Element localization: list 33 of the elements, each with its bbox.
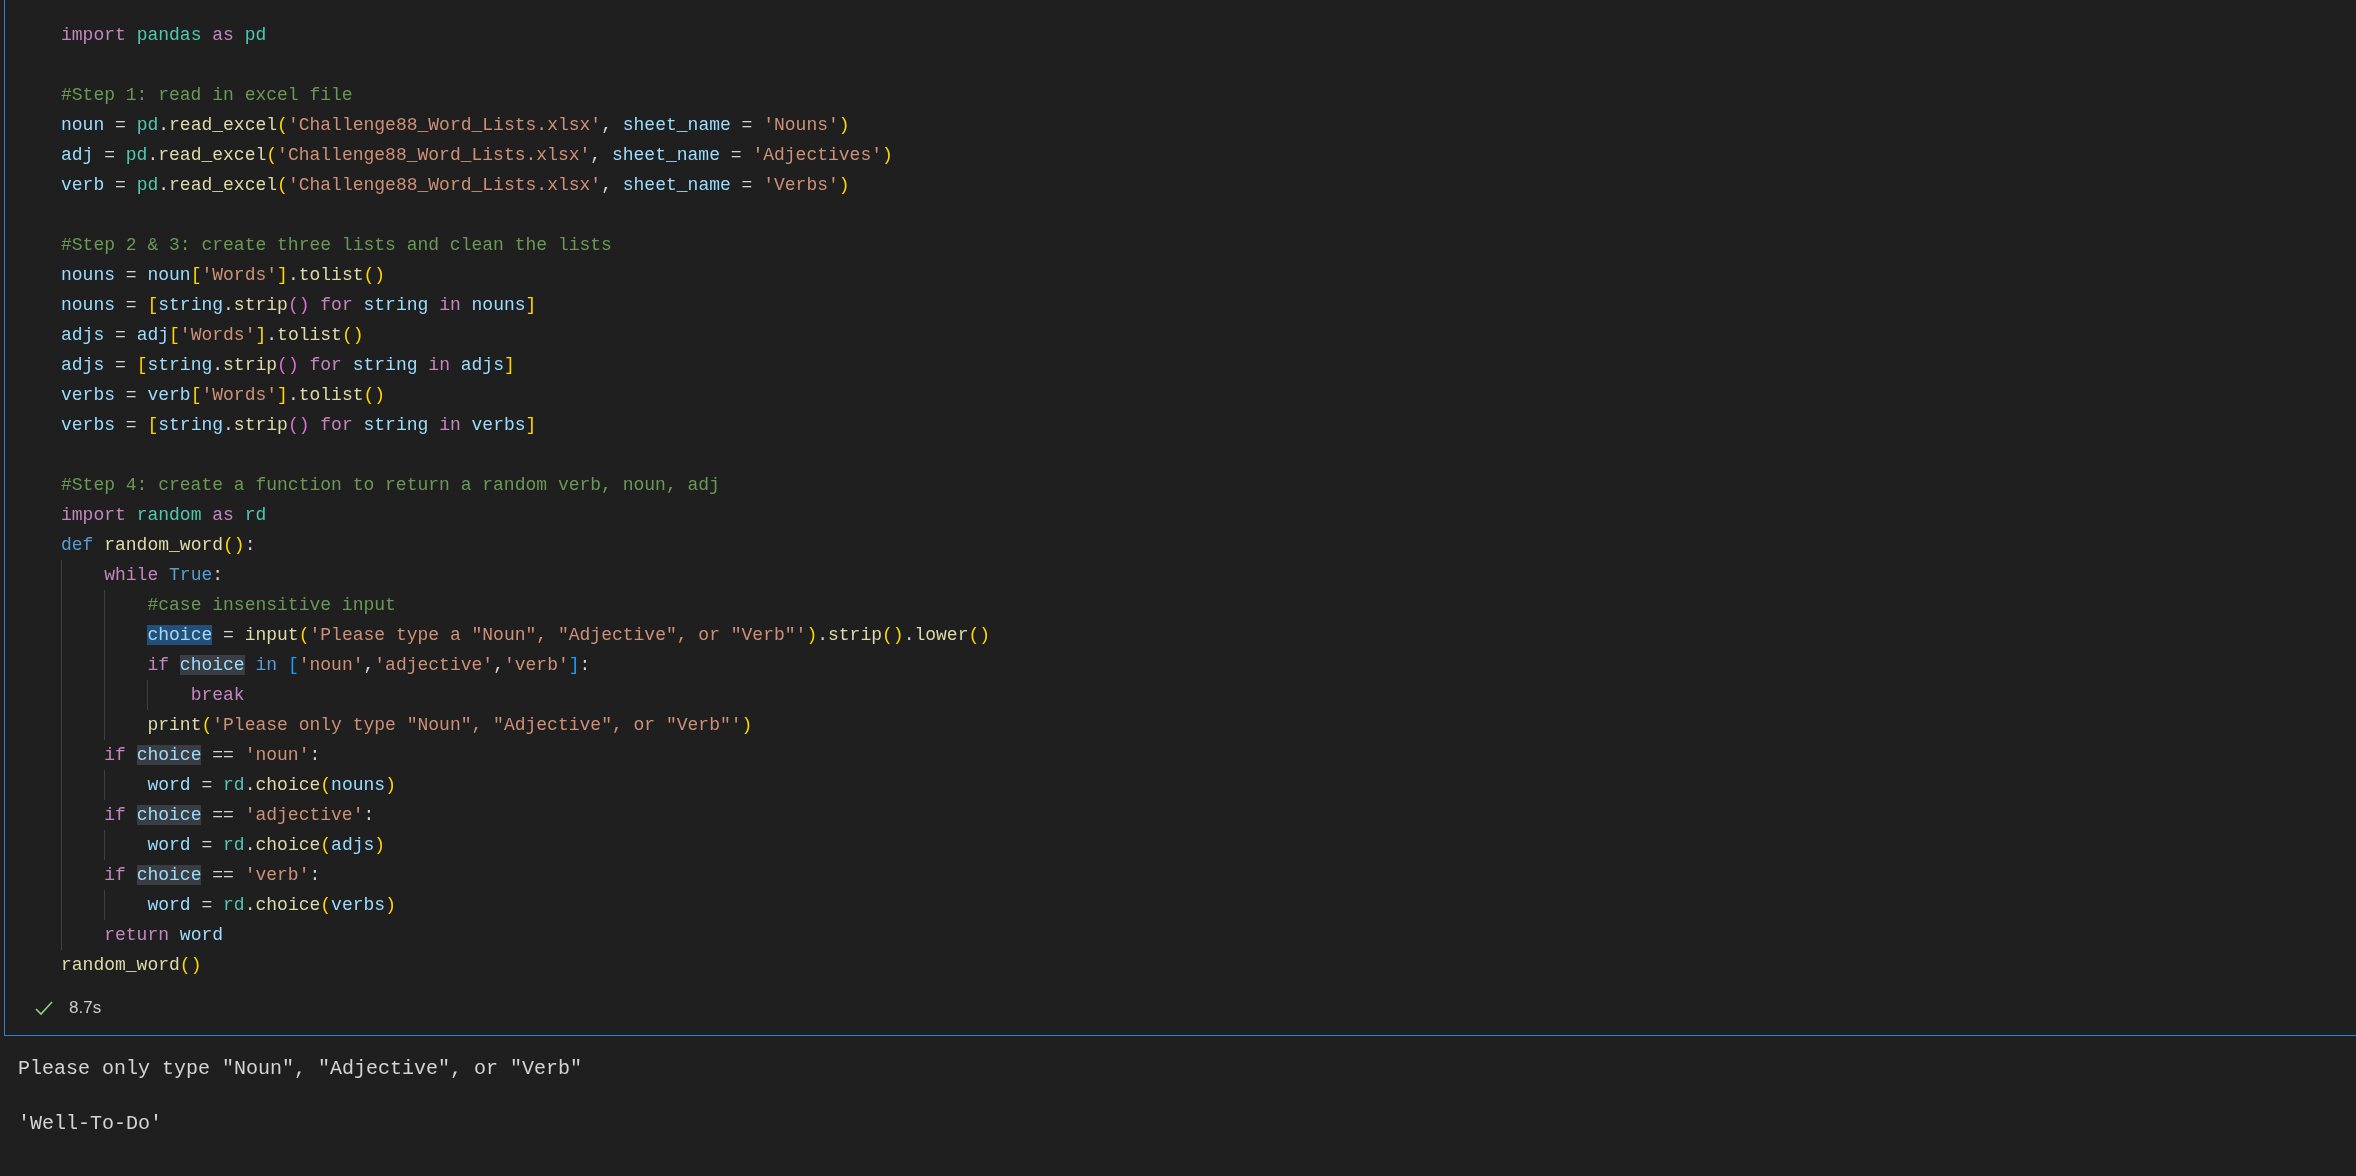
- code-line: #Step 2 & 3: create three lists and clean the lists: [61, 234, 613, 257]
- code-line: return word: [61, 920, 2356, 950]
- code-line: import pandas as pd: [61, 24, 268, 47]
- code-line: #Step 1: read in excel file: [61, 84, 354, 107]
- execution-time: 8.7s: [69, 996, 102, 1019]
- code-line: break: [61, 680, 2356, 710]
- code-line: if choice == 'noun':: [61, 740, 2356, 770]
- code-line: random_word(): [61, 954, 203, 977]
- code-line: if choice in ['noun','adjective','verb']:: [61, 650, 2356, 680]
- code-line: adjs = adj['Words'].tolist(): [61, 324, 365, 347]
- code-line: verbs = [string.strip() for string in verbs]: [61, 414, 538, 437]
- code-line: word = rd.choice(adjs): [61, 830, 2356, 860]
- output-line: Please only type "Noun", "Adjective", or "Verb": [18, 1057, 583, 1080]
- code-line: if choice == 'verb':: [61, 860, 2356, 890]
- code-line: import random as rd: [61, 504, 268, 527]
- code-line: #case insensitive input: [61, 590, 2356, 620]
- code-line: adjs = [string.strip() for string in adjs]: [61, 354, 516, 377]
- code-line: verb = pd.read_excel('Challenge88_Word_Lists.xlsx', sheet_name = 'Verbs'): [61, 174, 851, 197]
- code-line: adj = pd.read_excel('Challenge88_Word_Lists.xlsx', sheet_name = 'Adjectives'): [61, 144, 894, 167]
- code-line: while True:: [61, 560, 2356, 590]
- notebook-cell[interactable]: [4, 0, 2356, 1036]
- code-line: print('Please only type "Noun", "Adjective", or "Verb"'): [61, 710, 2356, 740]
- code-line: word = rd.choice(nouns): [61, 770, 2356, 800]
- code-line: nouns = noun['Words'].tolist(): [61, 264, 387, 287]
- code-line: verbs = verb['Words'].tolist(): [61, 384, 387, 407]
- code-line: #Step 4: create a function to return a random verb, noun, adj: [61, 474, 721, 497]
- code-line: noun = pd.read_excel('Challenge88_Word_Lists.xlsx', sheet_name = 'Nouns'): [61, 114, 851, 137]
- code-line: nouns = [string.strip() for string in nouns]: [61, 294, 538, 317]
- code-line: choice = input('Please type a "Noun", "Adjective", or "Verb"').strip().lower(): [61, 620, 2356, 650]
- code-line: word = rd.choice(verbs): [61, 890, 2356, 920]
- code-line: if choice == 'adjective':: [61, 800, 2356, 830]
- code-line: def random_word():: [61, 534, 257, 557]
- output-line: 'Well-To-Do': [18, 1112, 163, 1135]
